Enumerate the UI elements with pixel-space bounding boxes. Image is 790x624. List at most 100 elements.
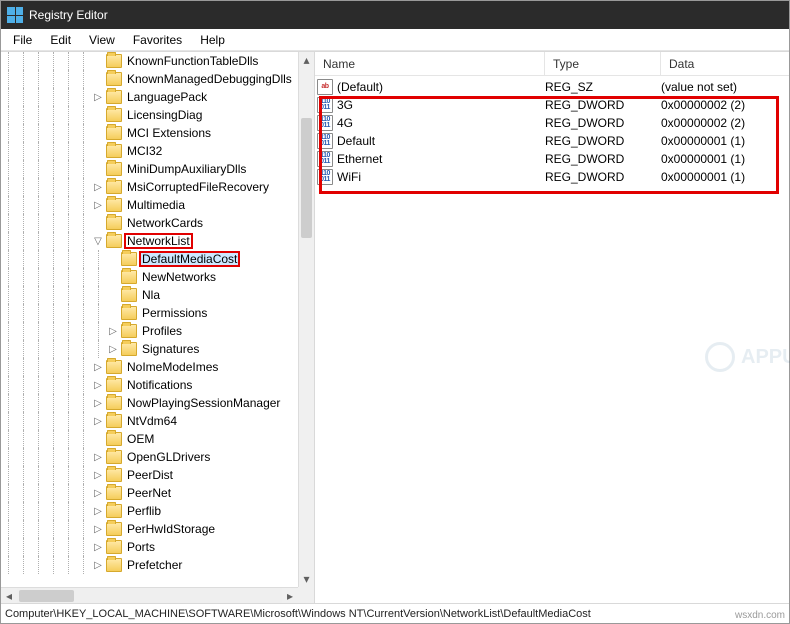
tree-item-label: NetworkCards [125,216,205,230]
tree-item[interactable]: Permissions [1,304,298,322]
tree-item[interactable]: DefaultMediaCost [1,250,298,268]
expand-icon[interactable]: ▷ [91,182,105,193]
tree-item-label: NewNetworks [140,270,218,284]
tree-item[interactable]: ▷Prefetcher [1,556,298,574]
tree-hscroll-thumb[interactable] [19,590,74,602]
tree-item[interactable]: KnownManagedDebuggingDlls [1,70,298,88]
column-name[interactable]: Name [315,52,545,75]
value-row[interactable]: 110011EthernetREG_DWORD0x00000001 (1) [315,150,789,168]
status-path: Computer\HKEY_LOCAL_MACHINE\SOFTWARE\Mic… [5,608,591,620]
value-row[interactable]: 110011DefaultREG_DWORD0x00000001 (1) [315,132,789,150]
tree-item[interactable]: ▷OpenGLDrivers [1,448,298,466]
expand-icon[interactable]: ▷ [106,326,120,337]
expand-icon[interactable]: ▷ [91,524,105,535]
value-row[interactable]: 110011WiFiREG_DWORD0x00000001 (1) [315,168,789,186]
tree-item[interactable]: ▷LanguagePack [1,88,298,106]
tree-item[interactable]: ▷Profiles [1,322,298,340]
tree-item-label: DefaultMediaCost [140,252,239,266]
expand-icon[interactable]: ▷ [91,200,105,211]
tree-item[interactable]: ▷ PeerNet [1,484,298,502]
tree-item[interactable]: ▷MsiCorruptedFileRecovery [1,178,298,196]
value-data: 0x00000002 (2) [661,98,789,112]
dword-icon: 110011 [317,151,333,167]
tree-item[interactable]: ▷Signatures [1,340,298,358]
tree-item[interactable]: ▷Perflib [1,502,298,520]
tree-item-label: NowPlayingSessionManager [125,396,282,410]
tree-item-label: PerHwIdStorage [125,522,217,536]
tree-item[interactable]: NetworkCards [1,214,298,232]
tree-item[interactable]: ▷Notifications [1,376,298,394]
tree-item[interactable]: MCI32 [1,142,298,160]
tree-item[interactable]: ▷ Ports [1,538,298,556]
value-row[interactable]: ab(Default)REG_SZ(value not set) [315,78,789,96]
value-name: Default [335,134,545,148]
folder-icon [106,378,122,392]
expand-icon[interactable]: ▷ [91,506,105,517]
column-headers[interactable]: Name Type Data [315,52,789,76]
folder-icon [106,540,122,554]
tree-item[interactable]: ▷NtVdm64 [1,412,298,430]
tree-item[interactable]: ▷ PerHwIdStorage [1,520,298,538]
folder-icon [121,306,137,320]
folder-icon [106,162,122,176]
tree-item-label: PeerNet [125,486,173,500]
scroll-down-icon[interactable]: ▾ [299,571,314,587]
folder-icon [106,144,122,158]
tree-item-label: Ports [125,540,157,554]
expand-icon[interactable]: ▷ [91,560,105,571]
expand-icon[interactable]: ▷ [91,380,105,391]
tree-item[interactable]: ▽NetworkList [1,232,298,250]
scroll-left-icon[interactable]: ◂ [1,588,17,604]
tree-item[interactable]: ▷PeerDist [1,466,298,484]
tree-item[interactable]: Nla [1,286,298,304]
menu-view[interactable]: View [81,31,123,49]
tree-item[interactable]: NewNetworks [1,268,298,286]
tree-hscroll[interactable]: ◂ ▸ [1,587,298,603]
menu-help[interactable]: Help [192,31,233,49]
folder-icon [106,468,122,482]
folder-icon [106,522,122,536]
expand-icon[interactable]: ▷ [91,542,105,553]
tree-pane: KnownFunctionTableDllsKnownManagedDebugg… [1,52,315,603]
expand-icon[interactable]: ▷ [106,344,120,355]
tree-item[interactable]: OEM [1,430,298,448]
expand-icon[interactable]: ▽ [91,236,105,247]
tree-item[interactable]: ▷Multimedia [1,196,298,214]
tree-item[interactable]: ▷NoImeModeImes [1,358,298,376]
site-watermark: wsxdn.com [735,610,785,621]
tree-item[interactable]: LicensingDiag [1,106,298,124]
scroll-right-icon[interactable]: ▸ [282,588,298,604]
tree-vscroll-thumb[interactable] [301,118,312,238]
expand-icon[interactable]: ▷ [91,362,105,373]
dword-icon: 110011 [317,97,333,113]
menu-favorites[interactable]: Favorites [125,31,190,49]
value-type: REG_DWORD [545,152,661,166]
tree-item[interactable]: MCI Extensions [1,124,298,142]
menu-edit[interactable]: Edit [42,31,79,49]
tree-vscroll[interactable]: ▴ ▾ [298,52,314,587]
folder-icon [106,414,122,428]
expand-icon[interactable]: ▷ [91,488,105,499]
expand-icon[interactable]: ▷ [91,452,105,463]
scroll-up-icon[interactable]: ▴ [299,52,314,68]
tree-item[interactable]: MiniDumpAuxiliaryDlls [1,160,298,178]
expand-icon[interactable]: ▷ [91,92,105,103]
values-list[interactable]: ab(Default)REG_SZ(value not set)1100113G… [315,76,789,603]
titlebar[interactable]: Registry Editor [1,1,789,29]
values-pane: Name Type Data ab(Default)REG_SZ(value n… [315,52,789,603]
column-type[interactable]: Type [545,52,661,75]
expand-icon[interactable]: ▷ [91,398,105,409]
registry-tree[interactable]: KnownFunctionTableDllsKnownManagedDebugg… [1,52,298,574]
value-row[interactable]: 1100113GREG_DWORD0x00000002 (2) [315,96,789,114]
expand-icon[interactable]: ▷ [91,470,105,481]
menu-file[interactable]: File [5,31,40,49]
value-type: REG_DWORD [545,134,661,148]
folder-icon [106,72,122,86]
dword-icon: 110011 [317,169,333,185]
expand-icon[interactable]: ▷ [91,416,105,427]
tree-item[interactable]: ▷ NowPlayingSessionManager [1,394,298,412]
value-row[interactable]: 1100114GREG_DWORD0x00000002 (2) [315,114,789,132]
tree-item[interactable]: KnownFunctionTableDlls [1,52,298,70]
folder-icon [121,252,137,266]
column-data[interactable]: Data [661,52,789,75]
